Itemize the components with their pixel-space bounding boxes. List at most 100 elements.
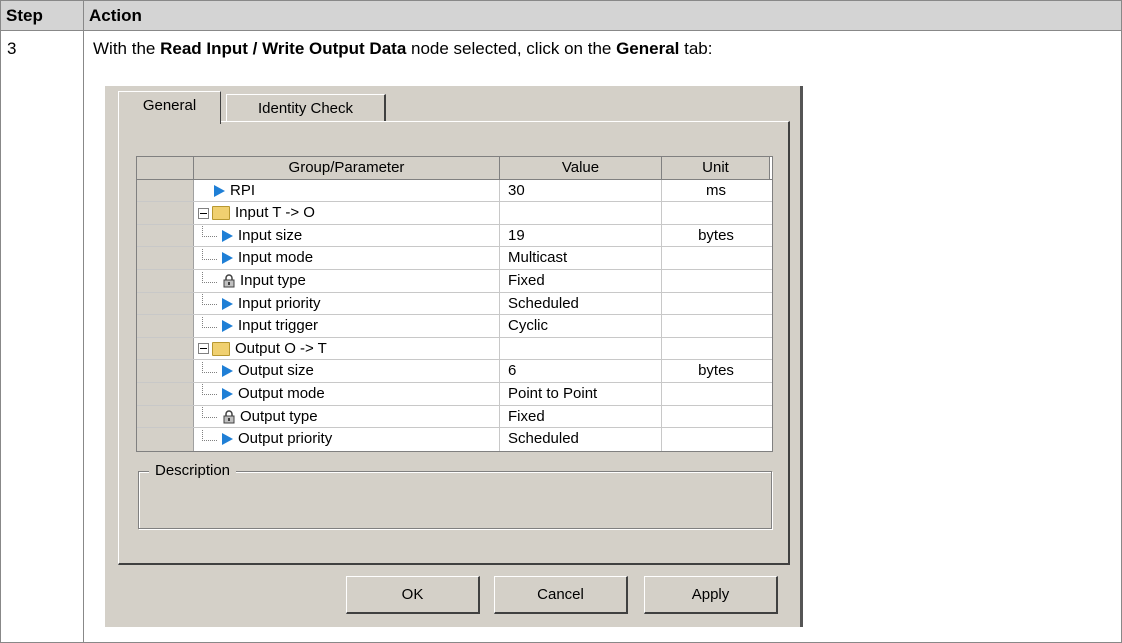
tab-identity-check[interactable]: Identity Check bbox=[226, 94, 386, 122]
collapse-icon[interactable] bbox=[198, 343, 209, 355]
description-label: Description bbox=[149, 462, 237, 479]
tree-branch-line bbox=[202, 248, 217, 260]
parameter-icon bbox=[222, 387, 233, 400]
parameter-value[interactable]: Cyclic bbox=[500, 315, 662, 337]
lock-icon bbox=[223, 274, 235, 288]
parameter-name: Input T -> O bbox=[235, 204, 315, 222]
column-header-unit[interactable]: Unit bbox=[662, 157, 770, 179]
properties-dialog: Identity Check General Group/Parameter V… bbox=[105, 86, 803, 627]
parameter-value[interactable]: Point to Point bbox=[500, 382, 662, 405]
tree-branch-line bbox=[202, 407, 217, 419]
row-selector[interactable] bbox=[137, 428, 194, 451]
tab-general[interactable]: General bbox=[118, 91, 221, 124]
row-selector[interactable] bbox=[137, 179, 194, 202]
table-row[interactable]: Input size 19 bytes bbox=[137, 224, 772, 248]
tree-branch-line bbox=[202, 361, 217, 373]
parameter-unit bbox=[662, 293, 770, 315]
table-row[interactable]: Input T -> O bbox=[137, 202, 772, 225]
instruction-part: With the bbox=[93, 39, 161, 58]
step-number: 3 bbox=[7, 39, 17, 58]
parameter-cell: Input mode bbox=[194, 247, 500, 269]
table-row[interactable]: Input mode Multicast bbox=[137, 247, 772, 270]
table-row[interactable]: Input priority Scheduled bbox=[137, 292, 772, 316]
parameter-cell: Output size bbox=[194, 360, 500, 382]
tree-branch-line bbox=[202, 271, 217, 283]
tree-branch-line bbox=[202, 429, 217, 441]
table-row[interactable]: Output type Fixed bbox=[137, 405, 772, 429]
parameter-icon bbox=[222, 320, 233, 333]
table-row[interactable]: Output O -> T bbox=[137, 337, 772, 361]
parameter-value[interactable]: Fixed bbox=[500, 405, 662, 428]
row-selector[interactable] bbox=[137, 269, 194, 292]
parameter-unit: bytes bbox=[698, 362, 734, 380]
parameter-cell: Input priority bbox=[194, 292, 500, 315]
parameter-unit bbox=[662, 383, 770, 405]
row-selector[interactable] bbox=[137, 360, 194, 382]
parameter-icon bbox=[222, 252, 233, 265]
instruction-part: tab: bbox=[679, 39, 713, 58]
lock-icon bbox=[223, 409, 235, 424]
parameter-value[interactable] bbox=[500, 202, 662, 224]
parameter-value[interactable]: Scheduled bbox=[500, 292, 662, 315]
column-header-value[interactable]: Value bbox=[500, 157, 662, 179]
parameter-unit: bytes bbox=[698, 226, 734, 244]
row-selector[interactable] bbox=[137, 292, 194, 315]
parameter-unit bbox=[662, 315, 770, 337]
parameter-name: Output O -> T bbox=[235, 339, 327, 357]
parameter-name: Input size bbox=[238, 226, 303, 244]
row-header-corner bbox=[137, 157, 194, 179]
grid-body: RPI 30 ms Input T -> O Input size 19 bytes Inpu… bbox=[137, 179, 772, 451]
table-row[interactable]: Output mode Point to Point bbox=[137, 382, 772, 406]
ok-button[interactable]: OK bbox=[346, 576, 480, 614]
parameter-cell: Input trigger bbox=[194, 315, 500, 337]
parameter-name: RPI bbox=[230, 181, 256, 199]
parameter-name: Output type bbox=[240, 407, 318, 425]
cancel-button[interactable]: Cancel bbox=[494, 576, 628, 614]
parameter-unit bbox=[662, 202, 770, 224]
row-selector[interactable] bbox=[137, 247, 194, 269]
table-row[interactable]: RPI 30 ms bbox=[137, 179, 772, 203]
parameter-cell: Input T -> O bbox=[194, 202, 500, 224]
instruction-part: node selected, click on the bbox=[406, 39, 617, 58]
apply-button[interactable]: Apply bbox=[644, 576, 778, 614]
parameter-value[interactable]: Scheduled bbox=[500, 428, 662, 451]
grid-header-row: Group/Parameter Value Unit bbox=[137, 157, 772, 180]
parameter-value[interactable]: 19 bbox=[500, 224, 662, 247]
column-header-group-parameter[interactable]: Group/Parameter bbox=[194, 157, 500, 179]
row-selector[interactable] bbox=[137, 382, 194, 405]
row-selector[interactable] bbox=[137, 315, 194, 337]
parameter-cell: Output mode bbox=[194, 382, 500, 405]
row-selector[interactable] bbox=[137, 224, 194, 247]
action-column-header: Action bbox=[84, 1, 1122, 31]
parameter-unit bbox=[662, 428, 770, 451]
row-selector[interactable] bbox=[137, 337, 194, 360]
parameter-grid: Group/Parameter Value Unit RPI 30 ms Input … bbox=[136, 156, 773, 452]
step-column-header: Step bbox=[1, 1, 84, 31]
tree-branch-line bbox=[202, 294, 217, 306]
parameter-value[interactable]: Multicast bbox=[500, 247, 662, 269]
instruction-text: With the Read Input / Write Output Data … bbox=[93, 39, 712, 59]
table-row[interactable]: Input trigger Cyclic bbox=[137, 315, 772, 338]
parameter-cell: Input size bbox=[194, 224, 500, 247]
tab-name: General bbox=[616, 39, 680, 58]
node-name: Read Input / Write Output Data bbox=[160, 39, 407, 58]
parameter-icon bbox=[214, 184, 225, 197]
table-row[interactable]: Input type Fixed bbox=[137, 269, 772, 293]
table-row[interactable]: Output size 6 bytes bbox=[137, 360, 772, 383]
parameter-value[interactable] bbox=[500, 337, 662, 360]
parameter-value[interactable]: Fixed bbox=[500, 269, 662, 292]
parameter-icon bbox=[222, 433, 233, 446]
parameter-value[interactable]: 6 bbox=[500, 360, 662, 382]
parameter-cell: Input type bbox=[194, 269, 500, 292]
table-row[interactable]: Output priority Scheduled bbox=[137, 428, 772, 451]
parameter-cell: RPI bbox=[194, 179, 500, 202]
row-selector[interactable] bbox=[137, 405, 194, 428]
parameter-name: Output mode bbox=[238, 384, 325, 402]
parameter-name: Input trigger bbox=[238, 317, 319, 335]
collapse-icon[interactable] bbox=[198, 207, 209, 219]
tree-branch-line bbox=[202, 316, 217, 328]
row-selector[interactable] bbox=[137, 202, 194, 224]
parameter-icon bbox=[222, 297, 233, 310]
parameter-value[interactable]: 30 bbox=[500, 179, 662, 202]
parameter-icon bbox=[222, 365, 233, 378]
